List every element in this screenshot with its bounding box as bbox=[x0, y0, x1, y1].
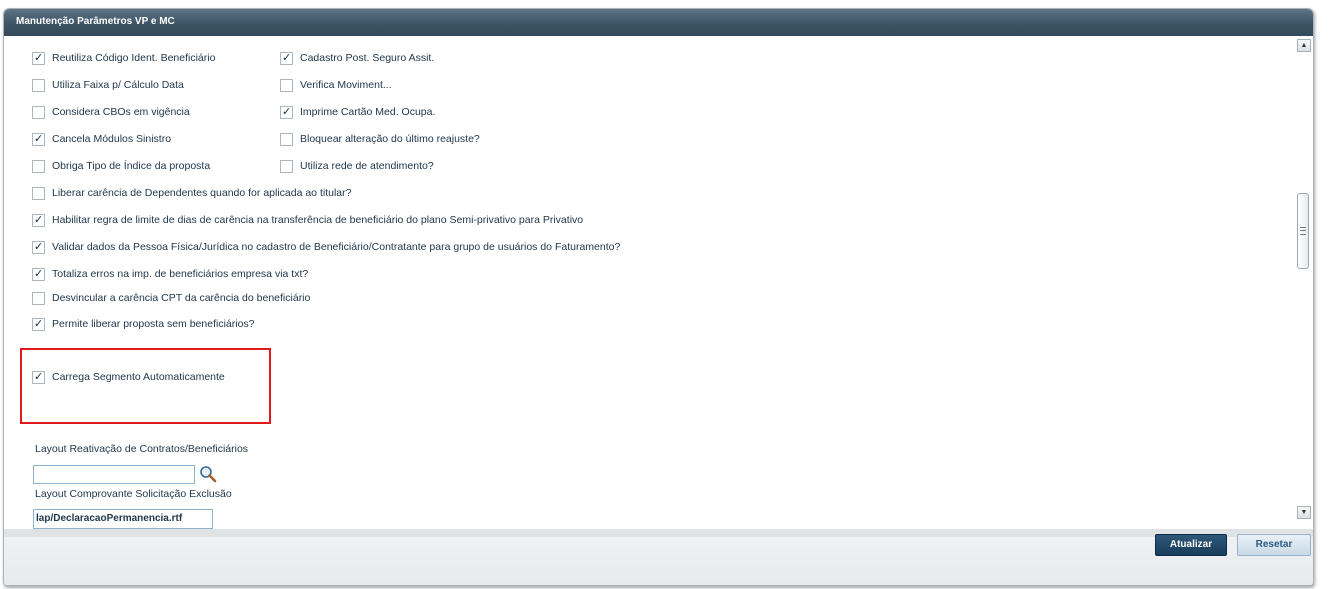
checkbox-box[interactable] bbox=[32, 51, 45, 65]
scroll-down-icon[interactable]: ▼ bbox=[1297, 506, 1311, 519]
scroll-thumb[interactable] bbox=[1297, 193, 1309, 269]
checkbox-box[interactable] bbox=[280, 51, 293, 65]
checkbox-obriga-tipo-indice[interactable]: Obriga Tipo de Índice da proposta bbox=[32, 159, 210, 173]
checkbox-habilitar-regra-limite[interactable]: Habilitar regra de limite de dias de car… bbox=[32, 213, 583, 227]
parameters-window: Manutenção Parâmetros VP e MC Reutiliza … bbox=[3, 8, 1314, 586]
checkbox-label: Verifica Moviment... bbox=[300, 79, 392, 91]
form-content: Reutiliza Código Ident. Beneficiário Cad… bbox=[4, 36, 1297, 529]
grip-icon bbox=[1300, 227, 1306, 235]
checkbox-box[interactable] bbox=[32, 159, 45, 173]
checkbox-label: Imprime Cartão Med. Ocupa. bbox=[300, 106, 436, 118]
window-titlebar: Manutenção Parâmetros VP e MC bbox=[4, 9, 1313, 36]
checkbox-box[interactable] bbox=[32, 291, 45, 305]
checkbox-reutiliza-codigo[interactable]: Reutiliza Código Ident. Beneficiário bbox=[32, 51, 215, 65]
footer-bar bbox=[4, 529, 1313, 585]
checkbox-box[interactable] bbox=[32, 132, 45, 146]
search-icon[interactable] bbox=[199, 465, 217, 483]
checkbox-considera-cbos[interactable]: Considera CBOs em vigência bbox=[32, 105, 190, 119]
checkbox-box[interactable] bbox=[32, 78, 45, 92]
checkbox-utiliza-rede[interactable]: Utiliza rede de atendimento? bbox=[280, 159, 434, 173]
checkbox-box[interactable] bbox=[32, 213, 45, 227]
checkbox-box[interactable] bbox=[32, 186, 45, 200]
vertical-scrollbar[interactable]: ▲ ▼ bbox=[1297, 39, 1311, 519]
checkbox-imprime-cartao[interactable]: Imprime Cartão Med. Ocupa. bbox=[280, 105, 435, 119]
checkbox-box[interactable] bbox=[32, 370, 45, 384]
layout-comprovante-label: Layout Comprovante Solicitação Exclusão bbox=[35, 488, 232, 500]
footer-band bbox=[4, 529, 1313, 537]
checkbox-label: Utiliza Faixa p/ Cálculo Data bbox=[52, 79, 184, 91]
checkbox-label: Liberar carência de Dependentes quando f… bbox=[52, 187, 352, 199]
checkbox-box[interactable] bbox=[32, 105, 45, 119]
scroll-up-icon[interactable]: ▲ bbox=[1297, 39, 1311, 52]
layout-reativacao-label: Layout Reativação de Contratos/Beneficiá… bbox=[35, 443, 249, 455]
checkbox-carrega-segmento[interactable]: Carrega Segmento Automaticamente bbox=[32, 370, 225, 384]
checkbox-desvincular-carencia[interactable]: Desvincular a carência CPT da carência d… bbox=[32, 291, 310, 305]
checkbox-box[interactable] bbox=[32, 317, 45, 331]
checkbox-label: Carrega Segmento Automaticamente bbox=[52, 371, 225, 383]
checkbox-label: Habilitar regra de limite de dias de car… bbox=[52, 214, 584, 226]
checkbox-box[interactable] bbox=[32, 240, 45, 254]
checkbox-label: Validar dados da Pessoa Física/Jurídica … bbox=[52, 241, 621, 253]
update-button[interactable]: Atualizar bbox=[1155, 534, 1227, 556]
reset-button[interactable]: Resetar bbox=[1237, 534, 1311, 556]
checkbox-utiliza-faixa[interactable]: Utiliza Faixa p/ Cálculo Data bbox=[32, 78, 184, 92]
checkbox-label: Bloquear alteração do último reajuste? bbox=[300, 133, 480, 145]
checkbox-cancela-modulos[interactable]: Cancela Módulos Sinistro bbox=[32, 132, 171, 146]
checkbox-label: Utiliza rede de atendimento? bbox=[300, 160, 434, 172]
checkbox-permite-liberar-proposta[interactable]: Permite liberar proposta sem beneficiári… bbox=[32, 317, 255, 331]
checkbox-label: Permite liberar proposta sem beneficiári… bbox=[52, 318, 255, 330]
checkbox-label: Considera CBOs em vigência bbox=[52, 106, 190, 118]
checkbox-label: Desvincular a carência CPT da carência d… bbox=[52, 292, 311, 304]
checkbox-totaliza-erros[interactable]: Totaliza erros na imp. de beneficiários … bbox=[32, 267, 308, 281]
checkbox-label: Cadastro Post. Seguro Assit. bbox=[300, 52, 435, 64]
checkbox-validar-dados-pessoa[interactable]: Validar dados da Pessoa Física/Jurídica … bbox=[32, 240, 620, 254]
checkbox-label: Totaliza erros na imp. de beneficiários … bbox=[52, 268, 309, 280]
checkbox-label: Reutiliza Código Ident. Beneficiário bbox=[52, 52, 216, 64]
layout-reativacao-input[interactable] bbox=[33, 465, 195, 484]
checkbox-cadastro-post-seguro[interactable]: Cadastro Post. Seguro Assit. bbox=[280, 51, 434, 65]
checkbox-label: Obriga Tipo de Índice da proposta bbox=[52, 160, 211, 172]
checkbox-box[interactable] bbox=[32, 267, 45, 281]
checkbox-box[interactable] bbox=[280, 159, 293, 173]
checkbox-label: Cancela Módulos Sinistro bbox=[52, 133, 172, 145]
layout-comprovante-input[interactable]: lap/DeclaracaoPermanencia.rtf bbox=[33, 509, 213, 529]
checkbox-bloquear-reajuste[interactable]: Bloquear alteração do último reajuste? bbox=[280, 132, 480, 146]
checkbox-box[interactable] bbox=[280, 105, 293, 119]
window-title: Manutenção Parâmetros VP e MC bbox=[16, 16, 175, 27]
checkbox-box[interactable] bbox=[280, 132, 293, 146]
highlight-box bbox=[20, 348, 271, 424]
checkbox-box[interactable] bbox=[280, 78, 293, 92]
checkbox-verifica-moviment[interactable]: Verifica Moviment... bbox=[280, 78, 392, 92]
checkbox-liberar-carencia-dependentes[interactable]: Liberar carência de Dependentes quando f… bbox=[32, 186, 351, 200]
